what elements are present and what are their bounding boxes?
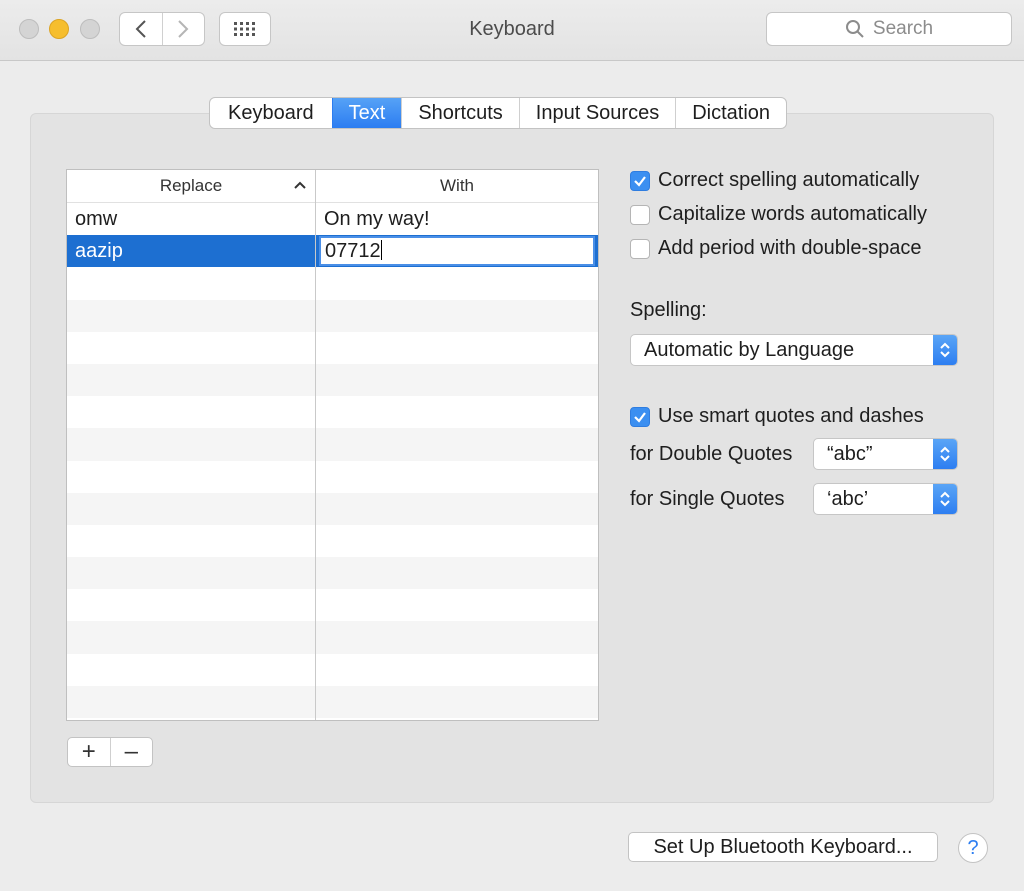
- double-quotes-value: “abc”: [827, 442, 873, 465]
- column-header-replace[interactable]: Replace: [67, 170, 316, 202]
- tab-input-sources[interactable]: Input Sources: [518, 98, 675, 128]
- empty-row: [67, 589, 598, 621]
- capitalize-words-checkbox[interactable]: Capitalize words automatically: [630, 203, 927, 226]
- text-caret: [380, 240, 382, 261]
- up-down-arrows-icon: [933, 439, 957, 469]
- add-remove-group: + –: [67, 737, 153, 767]
- with-edit-field[interactable]: 07712: [319, 236, 595, 267]
- spelling-label: Spelling:: [630, 299, 707, 321]
- empty-row: [67, 621, 598, 654]
- add-period-label: Add period with double-space: [658, 237, 922, 259]
- spelling-popup-value: Automatic by Language: [644, 338, 855, 361]
- empty-row: [67, 363, 598, 397]
- empty-row: [67, 525, 598, 557]
- empty-row: [67, 654, 598, 686]
- up-down-arrows-icon: [933, 335, 957, 365]
- replacement-table[interactable]: Replace With omw On my way! aazip 07712: [66, 169, 599, 721]
- tab-keyboard[interactable]: Keyboard: [210, 98, 332, 128]
- search-icon: [845, 20, 864, 38]
- help-button[interactable]: ?: [958, 833, 988, 863]
- tab-dictation[interactable]: Dictation: [675, 98, 786, 128]
- column-divider[interactable]: [315, 170, 316, 720]
- empty-row: [67, 492, 598, 525]
- checkbox-checked: [630, 170, 650, 191]
- sort-ascending-icon: [294, 181, 306, 189]
- search-field[interactable]: Search: [766, 12, 1012, 46]
- correct-spelling-checkbox[interactable]: Correct spelling automatically: [630, 169, 919, 192]
- smart-quotes-checkbox[interactable]: Use smart quotes and dashes: [630, 405, 924, 428]
- with-cell: On my way!: [324, 208, 430, 230]
- column-header-replace-label: Replace: [159, 176, 223, 195]
- empty-row: [67, 461, 598, 493]
- empty-row: [67, 332, 598, 364]
- capitalize-words-label: Capitalize words automatically: [658, 203, 928, 225]
- remove-button[interactable]: –: [109, 738, 153, 766]
- empty-row: [67, 299, 598, 332]
- single-quotes-popup[interactable]: ‘abc’: [813, 483, 958, 515]
- empty-row: [67, 267, 598, 299]
- table-row[interactable]: omw On my way!: [67, 203, 598, 235]
- double-quotes-popup[interactable]: “abc”: [813, 438, 958, 470]
- table-row-selected[interactable]: aazip 07712: [67, 235, 598, 268]
- checkmark-icon: [634, 411, 646, 423]
- column-header-with-label: With: [440, 176, 474, 195]
- checkbox-checked: [630, 406, 650, 427]
- table-rows: omw On my way! aazip 07712: [67, 203, 598, 718]
- double-quotes-label: for Double Quotes: [630, 443, 793, 465]
- checkmark-icon: [634, 175, 646, 187]
- empty-row: [67, 685, 598, 718]
- search-placeholder: Search: [872, 18, 934, 39]
- with-edit-value: 07712: [325, 240, 381, 263]
- tab-bar: Keyboard Text Shortcuts Input Sources Di…: [209, 97, 788, 129]
- single-quotes-label: for Single Quotes: [630, 488, 785, 510]
- empty-row: [67, 428, 598, 461]
- correct-spelling-label: Correct spelling automatically: [658, 169, 920, 191]
- tab-text[interactable]: Text: [331, 98, 402, 128]
- empty-row: [67, 396, 598, 428]
- single-quotes-value: ‘abc’: [827, 487, 869, 510]
- title-bar: Keyboard Search: [0, 0, 1024, 61]
- up-down-arrows-icon: [933, 484, 957, 514]
- spelling-popup[interactable]: Automatic by Language: [630, 334, 958, 366]
- add-period-checkbox[interactable]: Add period with double-space: [630, 237, 922, 260]
- checkbox-unchecked: [630, 204, 650, 225]
- table-header: Replace With: [67, 170, 598, 203]
- smart-quotes-label: Use smart quotes and dashes: [658, 405, 924, 427]
- replace-cell: aazip: [75, 240, 123, 263]
- add-button[interactable]: +: [68, 738, 110, 766]
- set-up-bluetooth-keyboard-button[interactable]: Set Up Bluetooth Keyboard...: [628, 832, 938, 862]
- column-header-with[interactable]: With: [316, 170, 598, 202]
- tab-shortcuts[interactable]: Shortcuts: [401, 98, 518, 128]
- checkbox-unchecked: [630, 238, 650, 259]
- empty-row: [67, 557, 598, 590]
- replace-cell: omw: [75, 208, 118, 230]
